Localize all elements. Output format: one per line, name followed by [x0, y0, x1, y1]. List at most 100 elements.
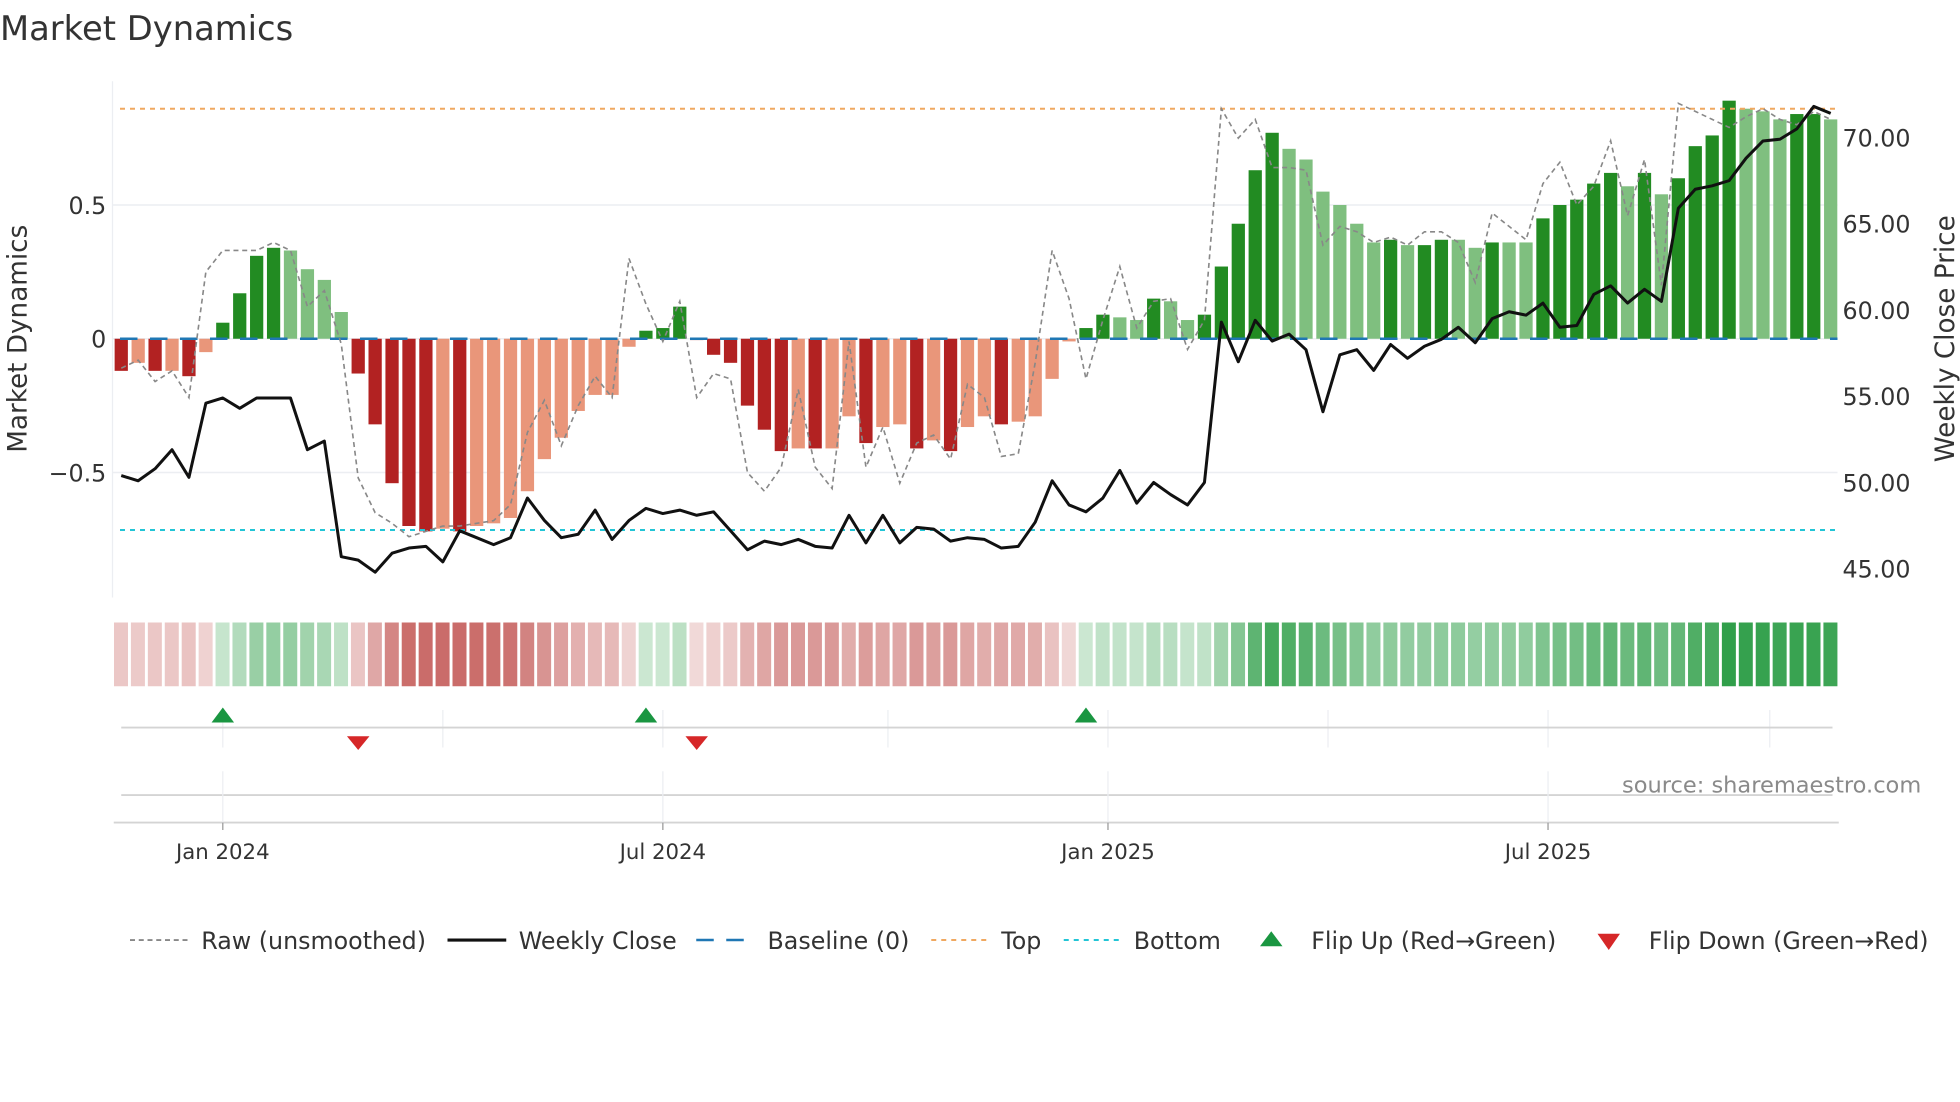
- x-tick-label: Jul 2024: [618, 840, 706, 865]
- heat-cell: [841, 622, 856, 687]
- heat-cell: [164, 622, 179, 687]
- heat-cell: [215, 622, 230, 687]
- bars: [114, 100, 1838, 532]
- heat-cell: [807, 622, 822, 687]
- y2-tick-label: 70.00: [1843, 124, 1911, 152]
- bar: [1739, 108, 1753, 339]
- legend-label-flip_up: Flip Up (Red→Green): [1311, 927, 1556, 955]
- bar: [1502, 242, 1516, 339]
- bar: [216, 322, 230, 339]
- heat-cell: [1298, 622, 1313, 687]
- bar: [1096, 314, 1110, 339]
- heat-cell: [1332, 622, 1347, 687]
- heat-cell: [926, 622, 941, 687]
- heat-cell: [317, 622, 332, 687]
- bar: [1400, 245, 1415, 339]
- x-tick-label: Jan 2025: [1059, 840, 1155, 865]
- heat-cell: [1789, 622, 1804, 687]
- bar: [402, 338, 416, 526]
- heat-cell: [757, 622, 772, 687]
- heat-cell: [283, 622, 298, 687]
- bar: [605, 338, 619, 395]
- heat-cell: [1247, 622, 1262, 687]
- heat-cell: [1129, 622, 1144, 687]
- heat-cell: [1620, 622, 1635, 687]
- heat-cell: [1823, 622, 1838, 687]
- heat-cell: [181, 622, 196, 687]
- bar: [419, 338, 433, 532]
- bar: [1079, 328, 1093, 339]
- bar: [1620, 186, 1635, 339]
- heat-cell: [672, 622, 687, 687]
- heat-cell: [1180, 622, 1195, 687]
- bar: [994, 338, 1008, 425]
- bar: [503, 338, 518, 518]
- bar: [1604, 172, 1618, 339]
- bar: [148, 338, 162, 371]
- bar: [1790, 114, 1804, 339]
- heat-cell: [469, 622, 484, 687]
- heat-cell: [1112, 622, 1127, 687]
- heat-cell: [587, 622, 602, 687]
- y-axis-label: Market Dynamics: [3, 225, 33, 453]
- y2-axis-label: Weekly Close Price: [1931, 215, 1960, 462]
- heat-cell: [232, 622, 247, 687]
- bar: [1011, 338, 1025, 422]
- heat-cell: [520, 622, 535, 687]
- bar: [1028, 338, 1042, 417]
- source-credit: source: sharemaestro.com: [1622, 773, 1921, 799]
- bar: [486, 338, 501, 524]
- bar: [927, 338, 941, 441]
- legend-label-close: Weekly Close: [519, 927, 677, 955]
- legend-flip-up-icon: [1260, 931, 1283, 947]
- bar: [656, 328, 670, 339]
- bar: [943, 338, 958, 452]
- heat-cell: [570, 622, 585, 687]
- heat-cell: [774, 622, 789, 687]
- bar: [182, 338, 196, 377]
- legend-label-bottom: Bottom: [1134, 927, 1221, 955]
- bar: [1316, 191, 1330, 339]
- bar: [1147, 298, 1161, 339]
- flip-down-marker: [346, 736, 370, 750]
- bar: [1333, 205, 1347, 339]
- bar: [723, 338, 738, 363]
- bar: [250, 255, 264, 339]
- heat-cell: [1518, 622, 1533, 687]
- heat-cell: [1654, 622, 1669, 687]
- bar: [317, 279, 331, 339]
- heat-cell: [1349, 622, 1364, 687]
- bar: [1807, 114, 1821, 339]
- bar: [757, 338, 772, 430]
- market-dynamics-chart: Market Dynamics 0.5 0 −0.5 45.00 50.00 55.00 6…: [0, 9, 1960, 955]
- bar: [791, 338, 805, 449]
- heat-cell: [1146, 622, 1161, 687]
- heat-cell: [350, 622, 365, 687]
- legend-flip-down-icon: [1597, 933, 1620, 950]
- heat-cell: [723, 622, 738, 687]
- heat-cell: [1044, 622, 1059, 687]
- heat-cell: [1738, 622, 1753, 687]
- heat-cell: [943, 622, 958, 687]
- bar: [571, 338, 585, 411]
- heat-cell: [1400, 622, 1415, 687]
- bar: [1350, 223, 1364, 339]
- bar: [368, 338, 382, 425]
- heat-cell: [994, 622, 1009, 687]
- bar: [436, 338, 450, 529]
- bar: [1367, 242, 1381, 339]
- heat-cell: [621, 622, 636, 687]
- heat-cell: [1755, 622, 1770, 687]
- heat-cell: [198, 622, 213, 687]
- flip-markers-panel: [121, 707, 1833, 750]
- bar: [977, 338, 992, 417]
- bar: [1705, 135, 1719, 339]
- heat-cell: [130, 622, 145, 687]
- heat-cell: [401, 622, 416, 687]
- heat-cell: [1451, 622, 1466, 687]
- legend-label-raw: Raw (unsmoothed): [201, 927, 426, 955]
- heat-cell: [114, 622, 128, 687]
- bar: [554, 338, 568, 438]
- flip-up-marker: [211, 707, 235, 723]
- bar: [1045, 338, 1059, 379]
